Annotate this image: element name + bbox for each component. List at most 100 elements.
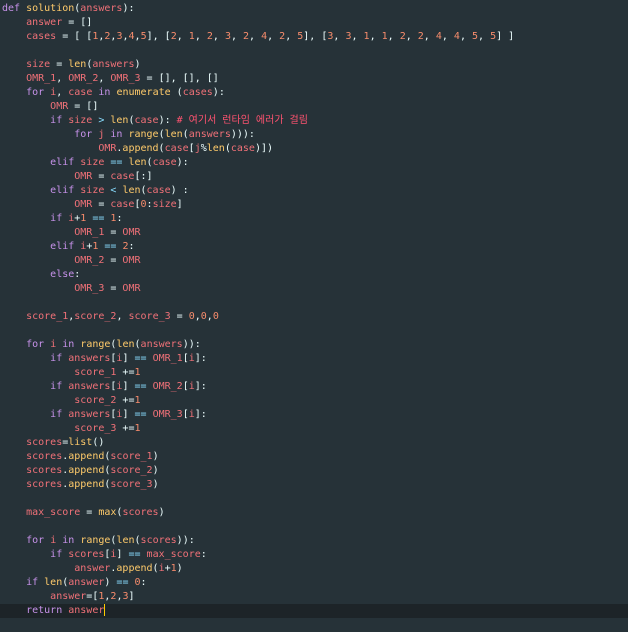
code-line[interactable]: return answer — [0, 604, 628, 618]
code-line[interactable] — [0, 520, 628, 534]
code-editor[interactable]: def solution(answers): answer = [] cases… — [0, 0, 628, 632]
code-token: , — [285, 31, 298, 42]
code-token: OMR — [74, 199, 93, 210]
code-line[interactable]: elif i+1 == 2: — [0, 240, 628, 254]
code-token: OMR_2 — [152, 381, 183, 392]
code-token: : — [116, 213, 123, 224]
code-token: OMR_1 — [74, 227, 105, 238]
code-line[interactable]: OMR = [] — [0, 100, 628, 114]
code-line[interactable] — [0, 324, 628, 338]
code-line[interactable]: for j in range(len(answers))): — [0, 128, 628, 142]
code-line[interactable]: for i in range(len(answers)): — [0, 338, 628, 352]
code-token: = — [92, 171, 111, 182]
code-token: , — [98, 73, 111, 84]
code-token: ]: — [194, 381, 207, 392]
code-token: == — [128, 409, 153, 420]
code-token: len — [122, 185, 141, 196]
code-line[interactable]: OMR_1 = OMR — [0, 226, 628, 240]
code-token: OMR_3 — [152, 409, 183, 420]
code-token: () — [92, 437, 105, 448]
code-token: answers — [80, 3, 123, 14]
code-token: : — [128, 241, 135, 252]
code-token: : — [200, 549, 207, 560]
code-token: append — [122, 143, 159, 154]
code-line[interactable]: elif size == len(case): — [0, 156, 628, 170]
code-token: in — [56, 339, 81, 350]
code-token: < — [104, 185, 123, 196]
code-token: len — [116, 339, 135, 350]
code-line[interactable]: else: — [0, 268, 628, 282]
code-line[interactable]: OMR = case[:] — [0, 170, 628, 184]
code-line[interactable]: answer.append(i+1) — [0, 562, 628, 576]
code-line[interactable]: OMR_2 = OMR — [0, 254, 628, 268]
code-line[interactable]: OMR = case[0:size] — [0, 198, 628, 212]
code-line[interactable] — [0, 296, 628, 310]
code-line[interactable]: cases = [ [1,2,3,4,5], [2, 1, 2, 3, 2, 4… — [0, 30, 628, 44]
code-token: answers — [68, 409, 111, 420]
code-line[interactable]: scores.append(score_2) — [0, 464, 628, 478]
code-line[interactable]: size = len(answers) — [0, 58, 628, 72]
code-token: [:] — [134, 171, 153, 182]
code-token: 1 — [134, 367, 141, 378]
code-line[interactable]: OMR_1, OMR_2, OMR_3 = [], [], [] — [0, 72, 628, 86]
code-line[interactable]: for i in range(len(scores)): — [0, 534, 628, 548]
code-line[interactable]: answer = [] — [0, 16, 628, 30]
code-line[interactable]: OMR.append(case[j%len(case)]) — [0, 142, 628, 156]
code-line[interactable]: if answers[i] == OMR_3[i]: — [0, 408, 628, 422]
code-line[interactable]: if size > len(case): # 여기서 런타임 에러가 걸림 — [0, 114, 628, 128]
code-token: for — [74, 129, 99, 140]
code-line[interactable]: if len(answer) == 0: — [0, 576, 628, 590]
code-token: 1 — [134, 423, 141, 434]
code-token: OMR_1 — [152, 353, 183, 364]
code-token: ]: — [194, 409, 207, 420]
code-token: len — [110, 115, 129, 126]
code-line[interactable]: def solution(answers): — [0, 2, 628, 16]
code-line[interactable]: score_3 +=1 — [0, 422, 628, 436]
code-line[interactable]: if i+1 == 1: — [0, 212, 628, 226]
code-line[interactable]: score_1 +=1 — [0, 366, 628, 380]
code-token: if — [50, 115, 69, 126]
code-token: == — [98, 241, 123, 252]
code-line[interactable]: answer=[1,2,3] — [0, 590, 628, 604]
code-line[interactable]: scores.append(score_1) — [0, 450, 628, 464]
code-token: , — [387, 31, 400, 42]
code-token: if — [50, 381, 69, 392]
code-line[interactable]: elif size < len(case) : — [0, 184, 628, 198]
code-line[interactable]: for i, case in enumerate (cases): — [0, 86, 628, 100]
code-line[interactable]: OMR_3 = OMR — [0, 282, 628, 296]
code-token: OMR — [122, 227, 141, 238]
code-line[interactable]: max_score = max(scores) — [0, 506, 628, 520]
code-line[interactable]: scores=list() — [0, 436, 628, 450]
code-line[interactable]: if answers[i] == OMR_2[i]: — [0, 380, 628, 394]
code-token: append — [68, 479, 105, 490]
code-token: len — [44, 577, 63, 588]
code-line[interactable] — [0, 492, 628, 506]
code-line[interactable]: if answers[i] == OMR_1[i]: — [0, 352, 628, 366]
code-line[interactable]: if scores[i] == max_score: — [0, 548, 628, 562]
code-line[interactable]: score_2 +=1 — [0, 394, 628, 408]
code-line[interactable] — [0, 44, 628, 58]
code-token: len — [206, 143, 225, 154]
code-line[interactable]: scores.append(score_3) — [0, 478, 628, 492]
code-token: , — [194, 31, 207, 42]
code-token: answers — [68, 381, 111, 392]
code-token: += — [116, 367, 135, 378]
code-token: 0 — [212, 311, 219, 322]
code-token: )]) — [254, 143, 274, 154]
code-token: scores — [68, 549, 105, 560]
code-token: : — [140, 577, 147, 588]
code-line[interactable]: score_1,score_2, score_3 = 0,0,0 — [0, 310, 628, 324]
code-token: case — [134, 115, 159, 126]
code-token: max_score — [146, 549, 201, 560]
